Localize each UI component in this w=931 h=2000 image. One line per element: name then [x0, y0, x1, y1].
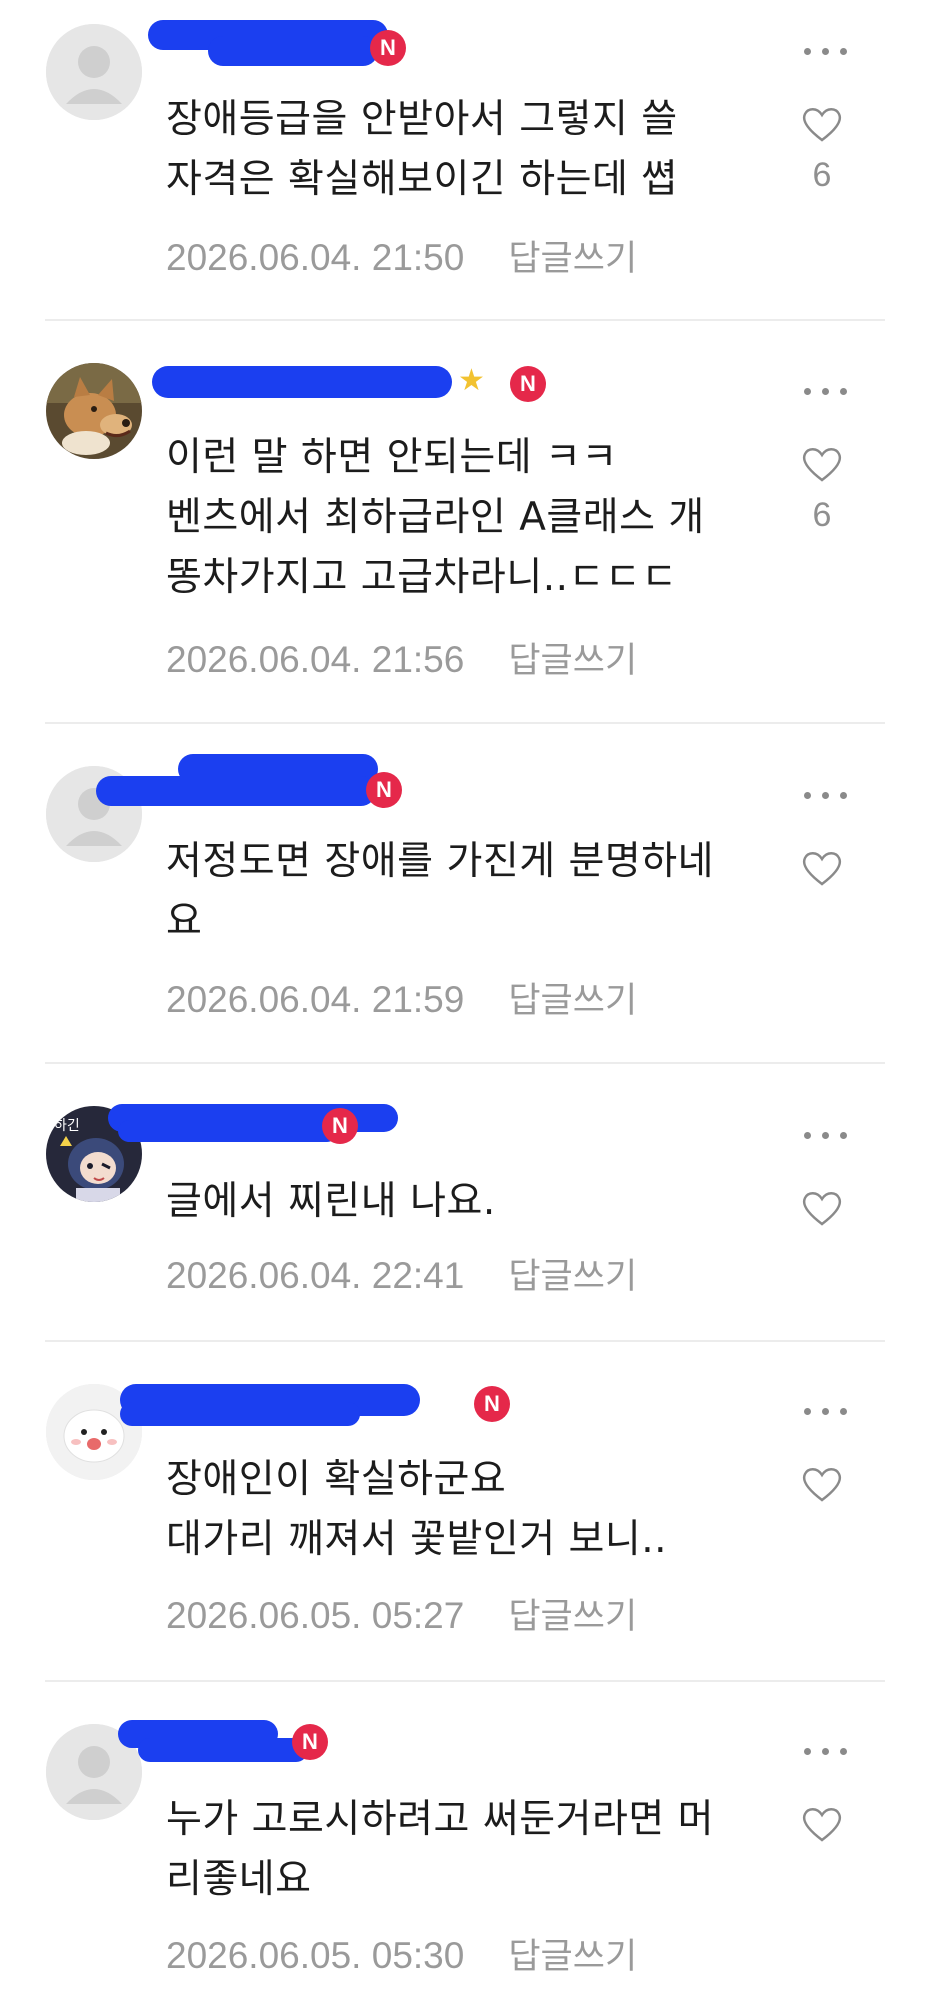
redaction-mark	[152, 366, 452, 398]
comment-date: 2026.06.04. 21:50	[166, 237, 465, 278]
n-badge: N	[292, 1724, 328, 1760]
comment-meta: 2026.06.04. 21:56 답글쓰기	[166, 632, 637, 683]
comment-date: 2026.06.04. 21:56	[166, 639, 465, 680]
comment-meta: 2026.06.05. 05:30 답글쓰기	[166, 1928, 637, 1979]
comment-text: 저정도면 장애를 가진게 분명하네 요	[166, 839, 715, 944]
comment-date: 2026.06.05. 05:27	[166, 1595, 465, 1636]
comment-date: 2026.06.04. 21:59	[166, 979, 465, 1020]
more-options-icon[interactable]	[802, 382, 850, 402]
reply-button[interactable]: 답글쓰기	[508, 632, 637, 683]
reply-button[interactable]: 답글쓰기	[508, 1588, 637, 1639]
avatar[interactable]	[46, 24, 142, 120]
like-count: 6	[812, 156, 832, 194]
reply-button[interactable]: 답글쓰기	[508, 230, 637, 281]
heart-icon[interactable]	[800, 104, 844, 144]
comment-text: 글에서 찌린내 나요.	[166, 1179, 496, 1224]
comment-meta: 2026.06.04. 21:50 답글쓰기	[166, 230, 637, 281]
redaction-mark	[96, 776, 376, 806]
n-badge: N	[322, 1108, 358, 1144]
more-options-icon[interactable]	[802, 786, 850, 806]
reply-button[interactable]: 답글쓰기	[508, 1928, 637, 1979]
comment-date: 2026.06.04. 22:41	[166, 1255, 465, 1296]
comment-meta: 2026.06.04. 22:41 답글쓰기	[166, 1248, 637, 1299]
comment-text: 이런 말 하면 안되는데 ㅋㅋ 벤츠에서 최하급라인 A클래스 개 똥차가지고 …	[166, 435, 705, 600]
redaction-mark	[208, 36, 378, 66]
divider	[45, 1340, 885, 1342]
n-badge: N	[510, 366, 546, 402]
more-options-icon[interactable]	[802, 1402, 850, 1422]
divider	[45, 722, 885, 724]
divider	[45, 319, 885, 321]
redaction-mark	[120, 1402, 360, 1426]
heart-icon[interactable]	[800, 444, 844, 484]
comment-meta: 2026.06.04. 21:59 답글쓰기	[166, 972, 637, 1023]
comment-date: 2026.06.05. 05:30	[166, 1935, 465, 1976]
n-badge: N	[366, 772, 402, 808]
comment-text: 장애등급을 안받아서 그렇지 쓸 자격은 확실해보이긴 하는데 쎱	[166, 97, 678, 202]
redaction-mark	[138, 1738, 308, 1762]
comment-meta: 2026.06.05. 05:27 답글쓰기	[166, 1588, 637, 1639]
n-badge: N	[370, 30, 406, 66]
star-icon: ★	[458, 363, 485, 398]
more-options-icon[interactable]	[802, 1126, 850, 1146]
avatar[interactable]	[46, 363, 142, 459]
heart-icon[interactable]	[800, 848, 844, 888]
svg-text:하긴: 하긴	[54, 1118, 80, 1134]
divider	[45, 1062, 885, 1064]
redaction-mark	[118, 1120, 338, 1142]
comment-text: 장애인이 확실하군요 대가리 깨져서 꽃밭인거 보니..	[166, 1457, 668, 1562]
dog-photo-avatar	[46, 363, 142, 459]
like-count: 6	[812, 496, 832, 534]
reply-button[interactable]: 답글쓰기	[508, 972, 637, 1023]
heart-icon[interactable]	[800, 1188, 844, 1228]
more-options-icon[interactable]	[802, 42, 850, 62]
divider	[45, 1680, 885, 1682]
comment-text: 누가 고로시하려고 써둔거라면 머 리좋네요	[166, 1797, 715, 1902]
more-options-icon[interactable]	[802, 1742, 850, 1762]
heart-icon[interactable]	[800, 1464, 844, 1504]
n-badge: N	[474, 1386, 510, 1422]
default-person-icon	[46, 24, 142, 120]
reply-button[interactable]: 답글쓰기	[508, 1248, 637, 1299]
heart-icon[interactable]	[800, 1804, 844, 1844]
